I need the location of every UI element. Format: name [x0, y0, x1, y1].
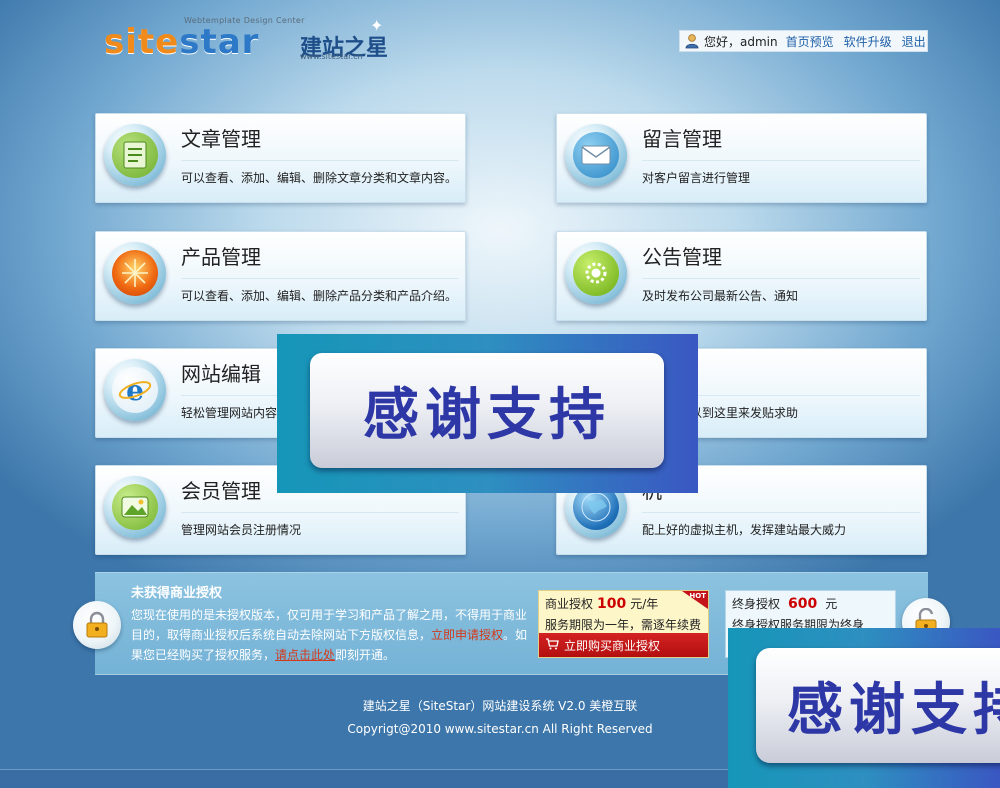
card-description: 可以查看、添加、编辑、删除文章分类和文章内容。: [181, 171, 458, 185]
license-text-c: 即刻开通。: [335, 648, 396, 662]
lifetime-unit: 元: [825, 597, 838, 611]
logout-link[interactable]: 退出: [902, 33, 926, 50]
thanks-plate: 感谢支持: [310, 353, 664, 468]
message-icon: [565, 124, 627, 186]
thanks-text-corner: 感谢支持: [787, 678, 1000, 743]
lifetime-label: 终身授权: [732, 597, 781, 611]
card-description: 配上好的虚拟主机，发挥建站最大威力: [642, 523, 847, 537]
apply-license-link[interactable]: 立即申请授权: [431, 628, 503, 642]
card-description: 对客户留言进行管理: [642, 171, 751, 185]
cart-icon: [545, 637, 559, 653]
commercial-price-line: 商业授权 100 元/年: [545, 595, 658, 612]
card-notice-management[interactable]: 公告管理 及时发布公司最新公告、通知: [556, 231, 927, 321]
lifetime-price: 600: [788, 596, 818, 612]
card-product-management[interactable]: 产品管理 可以查看、添加、编辑、删除产品分类和产品介绍。: [95, 231, 466, 321]
buy-button-label: 立即购买商业授权: [564, 638, 661, 653]
logo-word-site: site: [104, 22, 180, 62]
svg-text:e: e: [126, 375, 144, 405]
lifetime-price-line: 终身授权 600 元: [732, 595, 837, 612]
notice-icon: [565, 242, 627, 304]
card-title: 留言管理: [642, 127, 722, 151]
product-icon: [104, 242, 166, 304]
buy-commercial-license-button[interactable]: 立即购买商业授权: [539, 633, 708, 657]
thanks-banner-corner: 感谢支持: [728, 628, 1000, 788]
lock-icon: [73, 601, 121, 649]
ie-icon: e: [104, 359, 166, 421]
logo-wordmark: sitestar: [104, 24, 259, 60]
article-icon: [104, 124, 166, 186]
commercial-license-box: HOT 商业授权 100 元/年 服务期限为一年，需逐年续费 立即购买商业授权: [538, 590, 709, 658]
card-title: 会员管理: [181, 479, 261, 503]
card-divider: [642, 160, 920, 161]
thanks-plate-corner: 感谢支持: [756, 648, 1000, 763]
commercial-unit: 元/年: [630, 597, 659, 611]
member-icon: [104, 476, 166, 538]
card-divider: [642, 278, 920, 279]
card-divider: [181, 160, 459, 161]
license-description: 您现在使用的是未授权版本，仅可用于学习和产品了解之用，不得用于商业目的，取得商业…: [131, 605, 531, 665]
card-divider: [181, 278, 459, 279]
card-title: 产品管理: [181, 245, 261, 269]
sitestar-logo: Webtemplate Design Center ✦ sitestar 建站之…: [104, 14, 388, 64]
user-toolbar: 您好，admin 首页预览 软件升级 退出: [679, 30, 928, 52]
card-description: 可以查看、添加、编辑、删除产品分类和产品介绍。: [181, 289, 458, 303]
thanks-banner: 感谢支持: [277, 334, 698, 493]
card-divider: [642, 512, 920, 513]
logo-url: www.sitestar.cn: [300, 52, 363, 61]
thanks-text: 感谢支持: [363, 383, 611, 448]
card-divider: [181, 512, 459, 513]
card-title: 网站编辑: [181, 362, 261, 386]
commercial-price: 100: [597, 596, 627, 612]
hot-badge: HOT: [682, 591, 708, 609]
card-description: 轻松管理网站内容: [181, 406, 278, 420]
logo-word-star: star: [179, 22, 260, 62]
user-icon: [684, 33, 700, 49]
card-title: 文章管理: [181, 127, 261, 151]
home-preview-link[interactable]: 首页预览: [786, 33, 834, 50]
license-title: 未获得商业授权: [131, 586, 223, 601]
card-article-management[interactable]: 文章管理 可以查看、添加、编辑、删除文章分类和文章内容。: [95, 113, 466, 203]
card-title: 公告管理: [642, 245, 722, 269]
commercial-term: 服务期限为一年，需逐年续费: [545, 618, 702, 632]
card-message-management[interactable]: 留言管理 对客户留言进行管理: [556, 113, 927, 203]
software-upgrade-link[interactable]: 软件升级: [844, 33, 892, 50]
commercial-label: 商业授权: [545, 597, 594, 611]
greeting-text: 您好，admin: [704, 34, 778, 49]
click-here-link[interactable]: 请点击此处: [275, 648, 335, 662]
card-description: 及时发布公司最新公告、通知: [642, 289, 799, 303]
card-description: 管理网站会员注册情况: [181, 523, 302, 537]
